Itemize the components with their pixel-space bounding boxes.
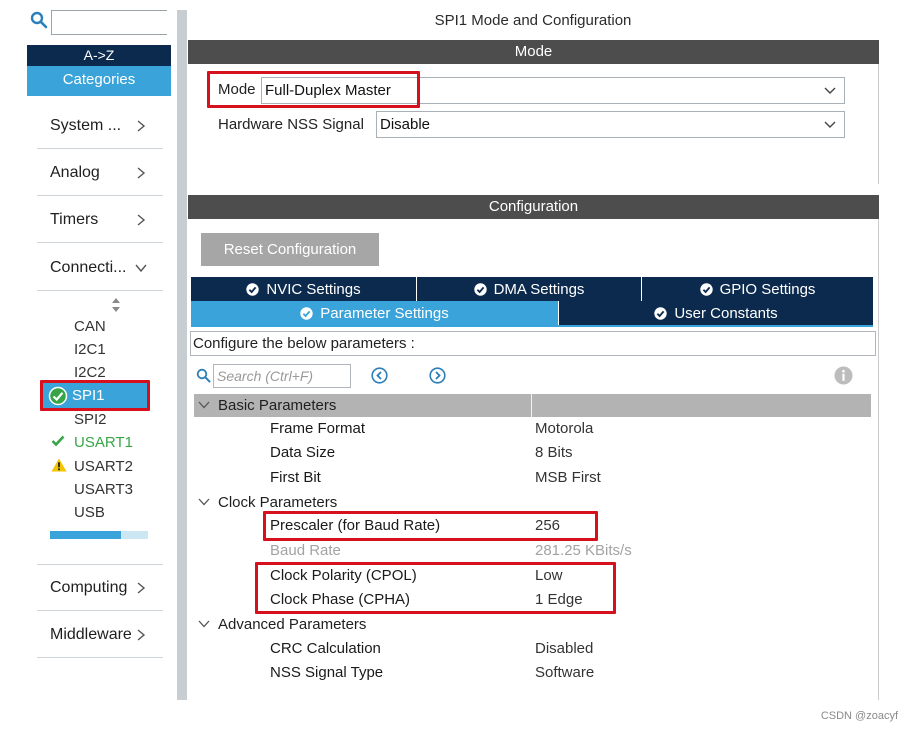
category-label: Timers	[50, 210, 99, 228]
peripheral-usart2[interactable]: USART2	[74, 455, 133, 478]
progress-fill	[50, 531, 121, 539]
param-value[interactable]: MSB First	[535, 467, 601, 489]
category-label: Analog	[50, 163, 100, 181]
tab-label: GPIO Settings	[719, 280, 816, 298]
warning-icon	[51, 458, 67, 472]
group-advanced-parameters[interactable]: Advanced Parameters	[198, 613, 366, 635]
group-label: Clock Parameters	[218, 493, 338, 511]
category-label: Middleware	[50, 625, 132, 643]
check-circle-icon	[654, 306, 668, 320]
search-input[interactable]	[51, 10, 167, 35]
tab-parameter-settings[interactable]: Parameter Settings	[191, 301, 559, 325]
progress-bar	[50, 531, 148, 539]
param-value: 281.25 KBits/s	[535, 542, 632, 559]
tab-underline	[191, 325, 873, 327]
search-icon	[196, 368, 211, 383]
param-data-size: Data Size	[270, 444, 336, 461]
sort-az-button[interactable]: A->Z	[27, 45, 171, 66]
peripheral-spi2[interactable]: SPI2	[74, 408, 107, 431]
next-match-icon[interactable]	[429, 367, 446, 384]
highlight-mode	[207, 71, 420, 108]
highlight-clock-settings	[255, 562, 616, 614]
chevron-down-icon	[198, 401, 210, 409]
category-label: Computing	[50, 578, 128, 596]
chevron-right-icon	[137, 166, 146, 179]
category-timers[interactable]: Timers	[37, 197, 163, 243]
tab-label: Parameter Settings	[320, 304, 449, 322]
mode-section-bar: Mode	[188, 40, 879, 64]
sort-icon[interactable]	[111, 297, 121, 313]
parameter-search-input[interactable]: Search (Ctrl+F)	[213, 364, 351, 388]
tab-label: NVIC Settings	[266, 280, 361, 298]
search-icon[interactable]	[30, 11, 48, 29]
group-clock-parameters[interactable]: Clock Parameters	[198, 491, 337, 513]
param-value[interactable]: Software	[535, 662, 594, 684]
check-icon	[51, 435, 65, 447]
reset-configuration-button[interactable]: Reset Configuration	[201, 233, 379, 266]
chevron-right-icon	[137, 119, 146, 132]
category-computing[interactable]: Computing	[37, 565, 163, 611]
chevron-right-icon	[137, 213, 146, 226]
param-value[interactable]: Disabled	[535, 638, 593, 660]
configuration-section-bar: Configuration	[188, 195, 879, 219]
group-basic-parameters[interactable]: Basic Parameters	[198, 394, 336, 416]
check-circle-icon	[473, 282, 487, 296]
tab-gpio-settings[interactable]: GPIO Settings	[642, 277, 873, 301]
param-value[interactable]: 8 Bits	[535, 442, 573, 464]
category-label: Connecti...	[50, 258, 127, 276]
chevron-down-icon	[824, 121, 836, 128]
tab-nvic-settings[interactable]: NVIC Settings	[191, 277, 417, 301]
chevron-down-icon	[135, 264, 147, 272]
peripheral-usb[interactable]: USB	[74, 501, 105, 524]
chevron-right-icon	[137, 628, 146, 641]
check-circle-icon	[246, 282, 260, 296]
highlight-prescaler	[263, 511, 598, 541]
peripheral-usart3[interactable]: USART3	[74, 478, 133, 501]
peripheral-usart1[interactable]: USART1	[74, 431, 133, 454]
window-title: SPI1 Mode and Configuration	[434, 12, 632, 29]
param-value[interactable]: Motorola	[535, 418, 593, 440]
group-label: Basic Parameters	[218, 396, 337, 414]
nss-select-value: Disable	[380, 116, 431, 133]
chevron-right-icon	[137, 581, 146, 594]
chevron-down-icon	[198, 620, 210, 628]
group-label: Advanced Parameters	[218, 615, 367, 633]
info-icon[interactable]	[834, 366, 853, 385]
categories-button[interactable]: Categories	[27, 66, 171, 96]
nss-select[interactable]: Disable	[376, 111, 845, 138]
peripheral-can[interactable]: CAN	[74, 315, 106, 338]
param-frame-format: Frame Format	[270, 420, 366, 437]
tab-user-constants[interactable]: User Constants	[559, 301, 873, 325]
category-label: System ...	[50, 116, 122, 134]
param-crc-calculation: CRC Calculation	[270, 640, 381, 657]
tab-label: User Constants	[674, 304, 778, 322]
param-baud-rate: Baud Rate	[270, 542, 341, 559]
watermark: CSDN @zoacyf	[820, 710, 898, 722]
chevron-down-icon	[198, 498, 210, 506]
category-analog[interactable]: Analog	[37, 150, 163, 196]
category-middleware[interactable]: Middleware	[37, 612, 163, 658]
previous-match-icon[interactable]	[371, 367, 388, 384]
tab-label: DMA Settings	[493, 280, 585, 298]
peripheral-i2c1[interactable]: I2C1	[74, 338, 106, 361]
chevron-down-icon	[824, 87, 836, 94]
check-circle-icon	[300, 306, 313, 320]
nss-label: Hardware NSS Signal	[218, 116, 364, 133]
highlight-spi1	[40, 380, 150, 411]
parameters-description: Configure the below parameters :	[190, 331, 876, 356]
tab-dma-settings[interactable]: DMA Settings	[417, 277, 642, 301]
category-system-core[interactable]: System ...	[37, 103, 163, 149]
sidebar-scrollbar[interactable]	[177, 10, 187, 700]
param-nss-signal-type: NSS Signal Type	[270, 664, 384, 681]
check-circle-icon	[699, 282, 713, 296]
category-connectivity[interactable]: Connecti...	[37, 245, 163, 291]
param-first-bit: First Bit	[270, 469, 321, 486]
